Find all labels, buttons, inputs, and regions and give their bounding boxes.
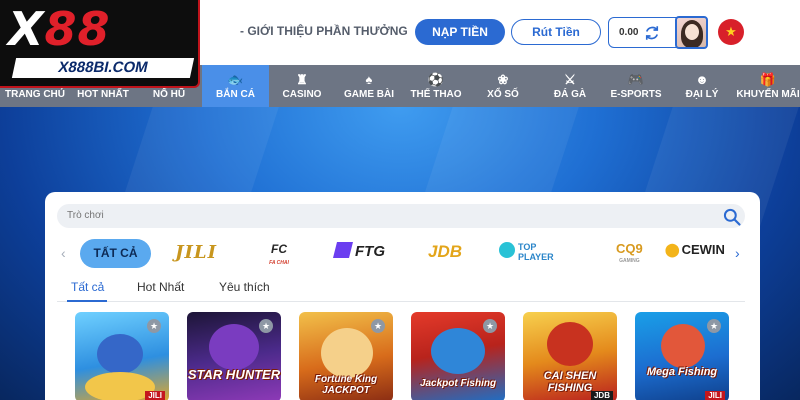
nav-item-promotions[interactable]: 🎁 KHUYẾN MÃI	[735, 65, 800, 107]
tab-all[interactable]: Tất cả	[71, 280, 104, 294]
provider-jili[interactable]: JILI	[175, 242, 217, 266]
user-avatar[interactable]	[675, 16, 708, 49]
provider-cq9-sub: GAMING	[619, 258, 640, 264]
game-card[interactable]: Mega Fishing ★ JILI	[635, 312, 729, 400]
provider-fc-sub: FA CHAI	[269, 260, 289, 266]
nav-item-agent[interactable]: ☻ ĐẠI LÝ	[669, 65, 735, 107]
nav-item-sports[interactable]: ⚽ THỂ THAO	[403, 65, 469, 107]
nav-item-casino[interactable]: ♜ CASINO	[269, 65, 335, 107]
provider-player-label: PLAYER	[518, 252, 554, 262]
star-icon[interactable]: ★	[259, 319, 273, 333]
cewin-logo-icon: ⬤	[665, 242, 680, 257]
logo-domain: X888BI.COM	[11, 58, 195, 78]
lottery-icon: ❀	[497, 72, 509, 87]
tab-favorites[interactable]: Yêu thích	[219, 280, 270, 294]
cards-icon: ♠	[365, 72, 373, 87]
game-search-input[interactable]	[57, 204, 745, 228]
provider-ftg[interactable]: FTG	[333, 242, 385, 266]
gamepad-icon: 🎮	[627, 72, 645, 87]
provider-jdb[interactable]: JDB	[428, 242, 462, 266]
withdraw-button[interactable]: Rút Tiền	[511, 19, 601, 45]
provider-cewin-label: CEWIN	[681, 242, 725, 257]
soccer-ball-icon: ⚽	[427, 72, 445, 87]
search-icon[interactable]	[722, 207, 742, 227]
brand-logo[interactable]: X88 X888BI.COM	[0, 0, 200, 88]
game-title: Jackpot Fishing	[419, 378, 497, 389]
star-icon[interactable]: ★	[483, 319, 497, 333]
provider-cq9-label: CQ9	[616, 241, 643, 256]
provider-top-label: TOP	[518, 242, 537, 252]
game-title: Mega Fishing	[646, 366, 718, 378]
star-icon[interactable]: ★	[147, 319, 161, 333]
nav-item-fishing[interactable]: 🐟 BẮN CÁ	[202, 65, 269, 107]
balance-value: 0.00	[619, 27, 639, 38]
game-provider-badge: JDB	[590, 391, 613, 400]
star-icon[interactable]: ★	[371, 319, 385, 333]
game-panel: ‹ TẤT CẢ JILI FC FA CHAI FTG JDB TOPPLAY…	[45, 192, 760, 400]
swords-icon: ⚔	[564, 72, 576, 87]
nav-item-cockfight[interactable]: ⚔ ĐÁ GÀ	[537, 65, 603, 107]
tab-hot[interactable]: Hot Nhất	[137, 280, 184, 294]
provider-all-button[interactable]: TẤT CẢ	[80, 239, 151, 268]
provider-cq9[interactable]: CQ9 GAMING	[616, 242, 643, 266]
game-provider-badge: JILI	[705, 391, 725, 400]
chevron-left-icon[interactable]: ‹	[61, 245, 66, 261]
nav-item-lottery[interactable]: ❀ XỔ SỐ	[469, 65, 537, 107]
provider-fc-label: FC	[271, 242, 287, 256]
game-card[interactable]: Jackpot Fishing ★	[411, 312, 505, 400]
vietnam-flag-icon[interactable]: ★	[718, 19, 744, 45]
game-card[interactable]: ★ JILI	[75, 312, 169, 400]
game-provider-badge: JILI	[145, 391, 165, 400]
active-tab-indicator	[67, 300, 107, 302]
ftg-logo-icon	[333, 242, 353, 258]
refresh-icon[interactable]	[643, 24, 661, 42]
game-card[interactable]: STAR HUNTER ★	[187, 312, 281, 400]
provider-top-player[interactable]: TOP PLAYER	[499, 242, 554, 266]
game-tabs: Tất cả Hot Nhất Yêu thích	[57, 276, 745, 302]
fish-icon: 🐟	[227, 72, 244, 87]
top-player-logo-icon	[499, 242, 515, 258]
game-title: Fortune King JACKPOT	[314, 374, 378, 396]
provider-fa-chai[interactable]: FC FA CHAI	[265, 242, 293, 266]
agent-icon: ☻	[695, 72, 709, 87]
provider-ftg-label: FTG	[355, 243, 385, 260]
game-title: STAR HUNTER	[187, 367, 281, 382]
chevron-right-icon[interactable]: ›	[735, 245, 740, 261]
game-card[interactable]: Fortune King JACKPOT ★	[299, 312, 393, 400]
nav-item-card-games[interactable]: ♠ GAME BÀI	[335, 65, 403, 107]
casino-icon: ♜	[296, 72, 308, 87]
provider-cewin[interactable]: ⬤ CEWIN	[665, 242, 725, 266]
deposit-button[interactable]: NẠP TIỀN	[415, 19, 505, 45]
game-card[interactable]: CAI SHEN FISHING JDB	[523, 312, 617, 400]
logo-text: X88	[8, 2, 111, 56]
gift-icon: 🎁	[759, 72, 777, 87]
nav-item-esports[interactable]: 🎮 E-SPORTS	[603, 65, 669, 107]
star-icon[interactable]: ★	[707, 319, 721, 333]
reward-intro-link[interactable]: - GIỚI THIỆU PHẦN THƯỞNG	[240, 24, 408, 38]
